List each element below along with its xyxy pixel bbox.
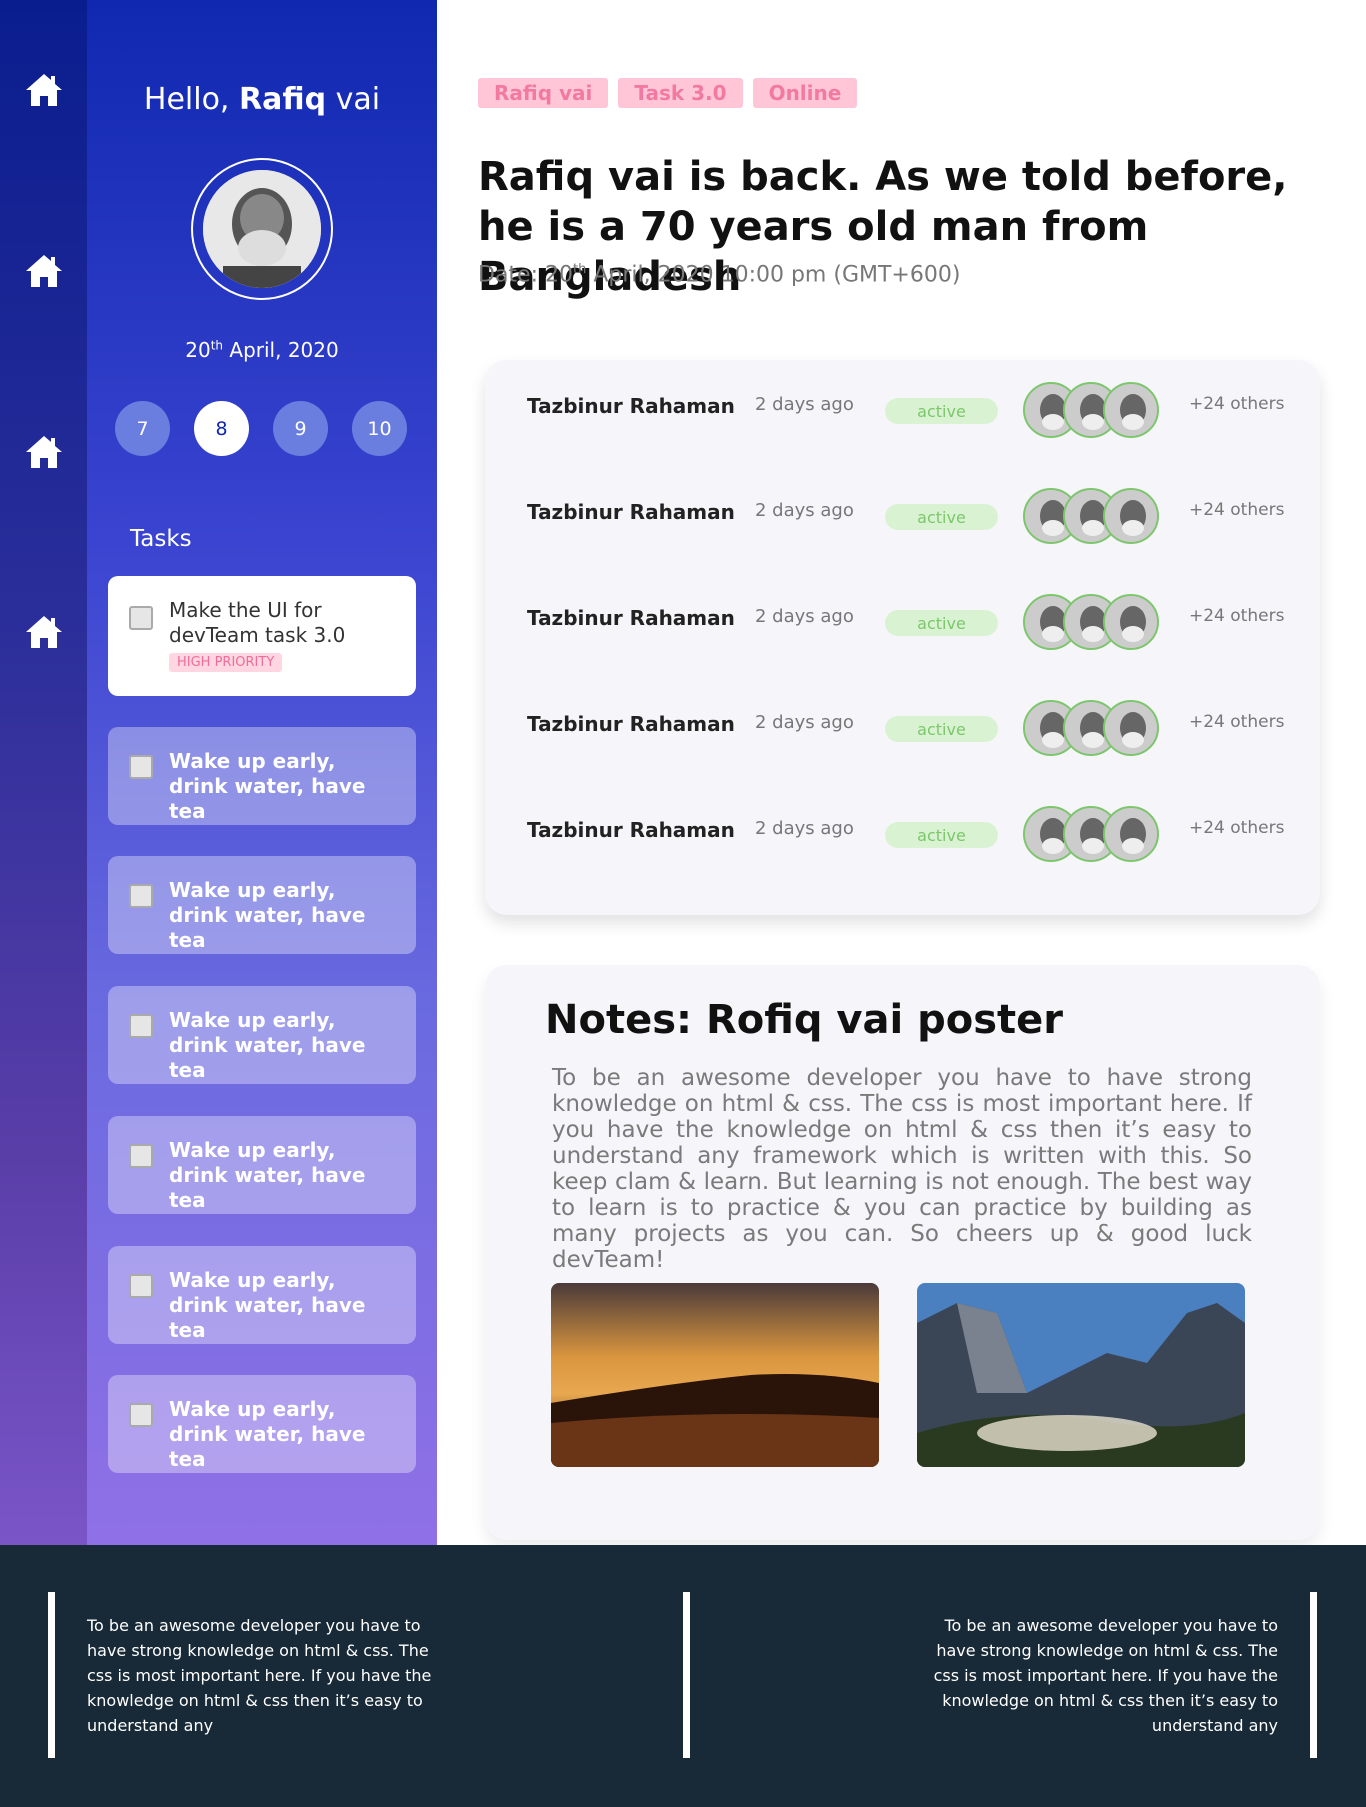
footer: To be an awesome developer you have to h… — [0, 1545, 1366, 1807]
status-badge: active — [885, 822, 998, 848]
greeting-name: Rafiq — [239, 82, 327, 117]
avatar — [1103, 382, 1159, 438]
tag-task[interactable]: Task 3.0 — [618, 78, 743, 108]
home-icon[interactable] — [24, 70, 64, 110]
others-count: +24 others — [1189, 606, 1285, 626]
member-name: Tazbinur Rahaman — [527, 606, 735, 630]
others-count: +24 others — [1189, 818, 1285, 838]
member-name: Tazbinur Rahaman — [527, 712, 735, 736]
day-10[interactable]: 10 — [352, 401, 407, 456]
task-card[interactable]: Make the UI for devTeam task 3.0 HIGH PR… — [108, 576, 416, 696]
time-ago: 2 days ago — [755, 500, 854, 521]
others-count: +24 others — [1189, 394, 1285, 414]
time-ago: 2 days ago — [755, 818, 854, 839]
day-picker: 7 8 9 10 — [115, 401, 407, 456]
home-icon[interactable] — [24, 432, 64, 472]
status-badge: active — [885, 398, 998, 424]
task-checkbox[interactable] — [129, 1014, 153, 1038]
avatar[interactable] — [203, 170, 321, 288]
footer-text-right: To be an awesome developer you have to h… — [933, 1616, 1278, 1735]
task-text: Wake up early, drink water, have tea — [169, 1138, 366, 1212]
greeting: Hello, Rafiq vai — [87, 82, 437, 117]
notes-title: Notes: Rofiq vai poster — [545, 997, 1064, 1043]
task-checkbox[interactable] — [129, 755, 153, 779]
status-badge: active — [885, 610, 998, 636]
avatar-group[interactable] — [1023, 700, 1163, 758]
tag-rafiq-vai[interactable]: Rafiq vai — [478, 78, 609, 108]
post-date: Date: 20th April, 2020 10:00 pm (GMT+600… — [478, 262, 961, 288]
list-item[interactable]: Tazbinur Rahaman 2 days ago active +24 o… — [527, 370, 1287, 438]
sidebar-date: 20th April, 2020 — [185, 338, 339, 362]
others-count: +24 others — [1189, 712, 1285, 732]
list-item[interactable]: Tazbinur Rahaman 2 days ago active +24 o… — [527, 794, 1287, 862]
divider — [683, 1592, 690, 1758]
activity-card: Tazbinur Rahaman 2 days ago active +24 o… — [485, 360, 1320, 915]
tag-online[interactable]: Online — [752, 78, 858, 108]
task-text: Wake up early, drink water, have tea — [169, 1268, 366, 1342]
avatar-group[interactable] — [1023, 806, 1163, 864]
time-ago: 2 days ago — [755, 712, 854, 733]
time-ago: 2 days ago — [755, 394, 854, 415]
notes-card: Notes: Rofiq vai poster To be an awesome… — [485, 965, 1320, 1540]
home-icon[interactable] — [24, 251, 64, 291]
task-text: Wake up early, drink water, have tea — [169, 749, 366, 823]
tag-list: Rafiq vai Task 3.0 Online — [478, 78, 858, 108]
notes-text: To be an awesome developer you have to h… — [552, 1065, 1252, 1273]
task-card[interactable]: Wake up early, drink water, have tea — [108, 1116, 416, 1214]
task-card[interactable]: Wake up early, drink water, have tea — [108, 856, 416, 954]
avatar — [1103, 700, 1159, 756]
time-ago: 2 days ago — [755, 606, 854, 627]
greeting-prefix: Hello, — [143, 82, 230, 117]
avatar — [1103, 488, 1159, 544]
divider — [48, 1592, 55, 1758]
status-badge: active — [885, 504, 998, 530]
avatar — [1103, 806, 1159, 862]
avatar-group[interactable] — [1023, 594, 1163, 652]
footer-text-left: To be an awesome developer you have to h… — [87, 1616, 432, 1735]
others-count: +24 others — [1189, 500, 1285, 520]
member-name: Tazbinur Rahaman — [527, 394, 735, 418]
task-card[interactable]: Wake up early, drink water, have tea — [108, 1375, 416, 1473]
greeting-suffix: vai — [335, 82, 381, 117]
member-name: Tazbinur Rahaman — [527, 500, 735, 524]
list-item[interactable]: Tazbinur Rahaman 2 days ago active +24 o… — [527, 476, 1287, 544]
priority-badge: HIGH PRIORITY — [169, 653, 283, 672]
list-item[interactable]: Tazbinur Rahaman 2 days ago active +24 o… — [527, 582, 1287, 650]
task-checkbox[interactable] — [129, 606, 153, 630]
task-checkbox[interactable] — [129, 1403, 153, 1427]
divider — [1310, 1592, 1317, 1758]
tasks-heading: Tasks — [130, 526, 192, 552]
list-item[interactable]: Tazbinur Rahaman 2 days ago active +24 o… — [527, 688, 1287, 756]
profile-avatar-ring — [191, 158, 333, 300]
day-9[interactable]: 9 — [273, 401, 328, 456]
icon-rail — [0, 0, 87, 1545]
task-text: Make the UI for devTeam task 3.0 — [169, 598, 346, 647]
task-text: Wake up early, drink water, have tea — [169, 878, 366, 952]
sidebar: Hello, Rafiq vai 20th April, 2020 7 8 9 … — [87, 0, 437, 1545]
task-checkbox[interactable] — [129, 1144, 153, 1168]
avatar-group[interactable] — [1023, 488, 1163, 546]
task-checkbox[interactable] — [129, 1274, 153, 1298]
day-7[interactable]: 7 — [115, 401, 170, 456]
task-card[interactable]: Wake up early, drink water, have tea — [108, 986, 416, 1084]
avatar — [1103, 594, 1159, 650]
member-name: Tazbinur Rahaman — [527, 818, 735, 842]
task-text: Wake up early, drink water, have tea — [169, 1397, 366, 1471]
task-text: Wake up early, drink water, have tea — [169, 1008, 366, 1082]
home-icon[interactable] — [24, 612, 64, 652]
task-card[interactable]: Wake up early, drink water, have tea — [108, 727, 416, 825]
sunset-image[interactable] — [551, 1283, 879, 1467]
day-8[interactable]: 8 — [194, 401, 249, 456]
task-card[interactable]: Wake up early, drink water, have tea — [108, 1246, 416, 1344]
mountain-image[interactable] — [917, 1283, 1245, 1467]
task-checkbox[interactable] — [129, 884, 153, 908]
avatar-group[interactable] — [1023, 382, 1163, 440]
status-badge: active — [885, 716, 998, 742]
